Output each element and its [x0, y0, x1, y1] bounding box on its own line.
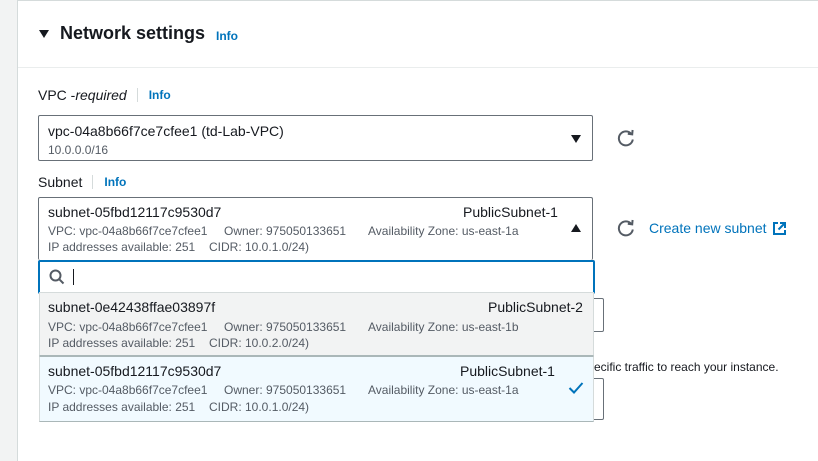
subnet-option-name: PublicSubnet-1: [460, 363, 555, 379]
section-header[interactable]: Network settings Info: [18, 1, 818, 68]
label-divider: [136, 88, 138, 102]
vpc-label-row: VPC - required Info: [38, 87, 171, 103]
vpc-refresh-icon[interactable]: [616, 128, 636, 148]
subnet-option-az: Availability Zone: us-east-1b: [368, 320, 519, 334]
subnet-option-owner: Owner: 975050133651: [224, 320, 347, 334]
create-new-subnet-link[interactable]: Create new subnet: [649, 220, 787, 236]
subnet-selected-owner: Owner: 975050133651: [224, 224, 347, 238]
subnet-option-owner: Owner: 975050133651: [224, 383, 347, 397]
subnet-label: Subnet: [38, 174, 83, 190]
subnet-info-link[interactable]: Info: [104, 175, 126, 189]
subnet-option-name: PublicSubnet-2: [488, 299, 583, 315]
vpc-select[interactable]: vpc-04a8b66f7ce7cfee1 (td-Lab-VPC) 10.0.…: [38, 115, 593, 161]
subnet-option-cidr: CIDR: 10.0.1.0/24): [209, 400, 310, 414]
subnet-refresh-icon[interactable]: [616, 218, 636, 238]
vpc-selected-value: vpc-04a8b66f7ce7cfee1 (td-Lab-VPC): [48, 123, 284, 139]
subnet-option-cidr: CIDR: 10.0.2.0/24): [209, 336, 310, 350]
subnet-selected-vpc: VPC: vpc-04a8b66f7ce7cfee1: [48, 224, 208, 238]
search-icon: [49, 269, 65, 285]
subnet-option-vpc: VPC: vpc-04a8b66f7ce7cfee1: [48, 383, 208, 397]
subnet-option-az: Availability Zone: us-east-1a: [368, 383, 519, 397]
checkmark-icon: [568, 382, 584, 394]
subnet-selected-id: subnet-05fbd12117c9530d7: [48, 204, 222, 220]
subnet-selected-ips: IP addresses available: 251: [48, 240, 196, 254]
subnet-selected-name: PublicSubnet-1: [463, 204, 558, 220]
subnet-label-row: Subnet Info: [38, 174, 126, 190]
vpc-info-link[interactable]: Info: [149, 88, 171, 102]
collapse-caret-icon[interactable]: [39, 30, 49, 38]
background-help-text: ecific traffic to reach your instance.: [594, 360, 779, 374]
text-cursor: [73, 269, 74, 285]
external-link-icon: [772, 221, 786, 235]
subnet-search-field[interactable]: [38, 260, 595, 294]
label-divider: [92, 175, 94, 189]
subnet-dropdown-caret-icon: [571, 224, 581, 232]
subnet-option-ips: IP addresses available: 251: [48, 400, 196, 414]
network-settings-panel: Network settings Info VPC - required Inf…: [17, 0, 818, 461]
subnet-selected-az: Availability Zone: us-east-1a: [368, 224, 519, 238]
vpc-required-label: required: [75, 87, 127, 103]
vpc-dropdown-caret-icon: [571, 135, 581, 143]
subnet-option-selected[interactable]: subnet-05fbd12117c9530d7 PublicSubnet-1 …: [39, 356, 594, 422]
section-title: Network settings: [60, 23, 206, 43]
subnet-option-id: subnet-0e42438ffae03897f: [48, 299, 216, 315]
subnet-option-id: subnet-05fbd12117c9530d7: [48, 363, 222, 379]
subnet-selected-cidr: CIDR: 10.0.1.0/24): [209, 240, 310, 254]
vpc-label: VPC -: [38, 87, 76, 103]
section-info-link[interactable]: Info: [216, 29, 238, 43]
subnet-select[interactable]: subnet-05fbd12117c9530d7 PublicSubnet-1 …: [38, 197, 593, 260]
subnet-option-vpc: VPC: vpc-04a8b66f7ce7cfee1: [48, 320, 208, 334]
subnet-option[interactable]: subnet-0e42438ffae03897f PublicSubnet-2 …: [39, 292, 594, 356]
vpc-cidr: 10.0.0.0/16: [48, 143, 109, 157]
subnet-option-ips: IP addresses available: 251: [48, 336, 196, 350]
create-new-subnet-label: Create new subnet: [649, 220, 767, 236]
